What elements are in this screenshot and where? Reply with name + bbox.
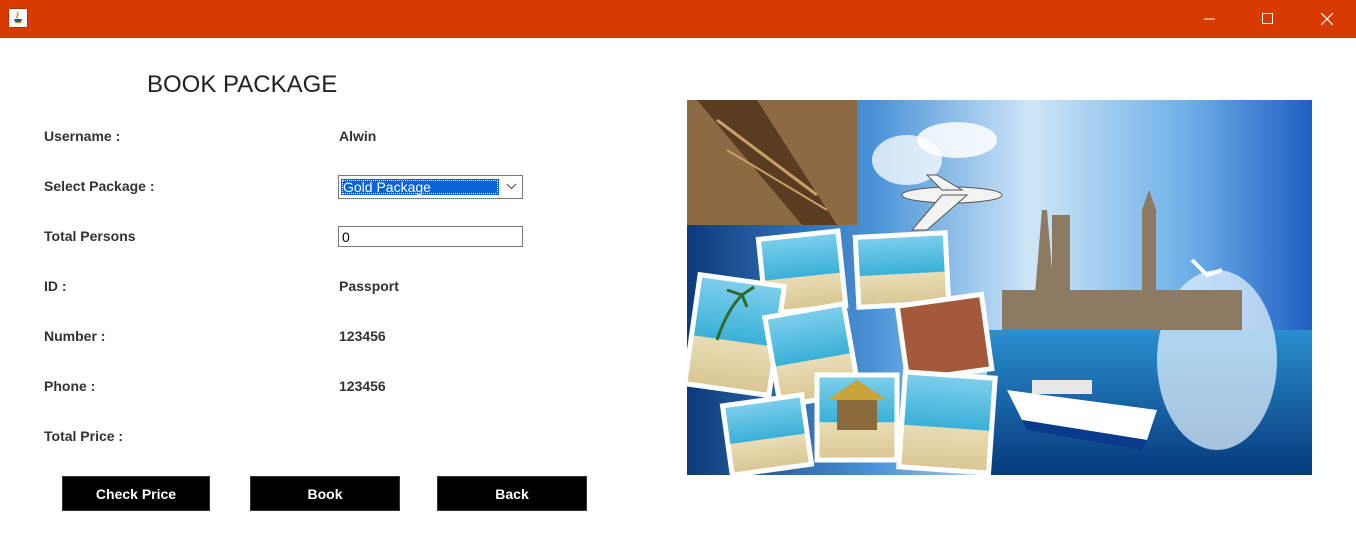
username-value: Alwin (339, 128, 377, 144)
username-label: Username : (44, 128, 121, 144)
minimize-button[interactable] (1187, 0, 1233, 38)
persons-input[interactable] (338, 226, 523, 247)
maximize-icon (1262, 13, 1273, 24)
package-select[interactable]: Gold Package (338, 175, 523, 199)
close-icon (1321, 13, 1333, 25)
number-value: 123456 (339, 328, 386, 344)
page-title: BOOK PACKAGE (147, 71, 338, 98)
package-label: Select Package : (44, 178, 155, 194)
travel-collage-image (687, 100, 1312, 475)
chevron-down-icon (506, 183, 517, 190)
minimize-icon (1204, 18, 1215, 20)
id-value: Passport (339, 278, 399, 294)
package-selected-value: Gold Package (341, 179, 499, 195)
close-button[interactable] (1304, 0, 1350, 38)
phone-value: 123456 (339, 378, 386, 394)
number-label: Number : (44, 328, 106, 344)
check-price-button[interactable]: Check Price (62, 476, 210, 511)
back-button[interactable]: Back (437, 476, 587, 511)
maximize-button[interactable] (1245, 0, 1291, 38)
id-label: ID : (44, 278, 67, 294)
persons-label: Total Persons (44, 228, 136, 244)
phone-label: Phone : (44, 378, 96, 394)
java-app-icon (8, 8, 28, 28)
book-button[interactable]: Book (250, 476, 400, 511)
price-label: Total Price : (44, 428, 124, 444)
title-bar (0, 0, 1356, 38)
